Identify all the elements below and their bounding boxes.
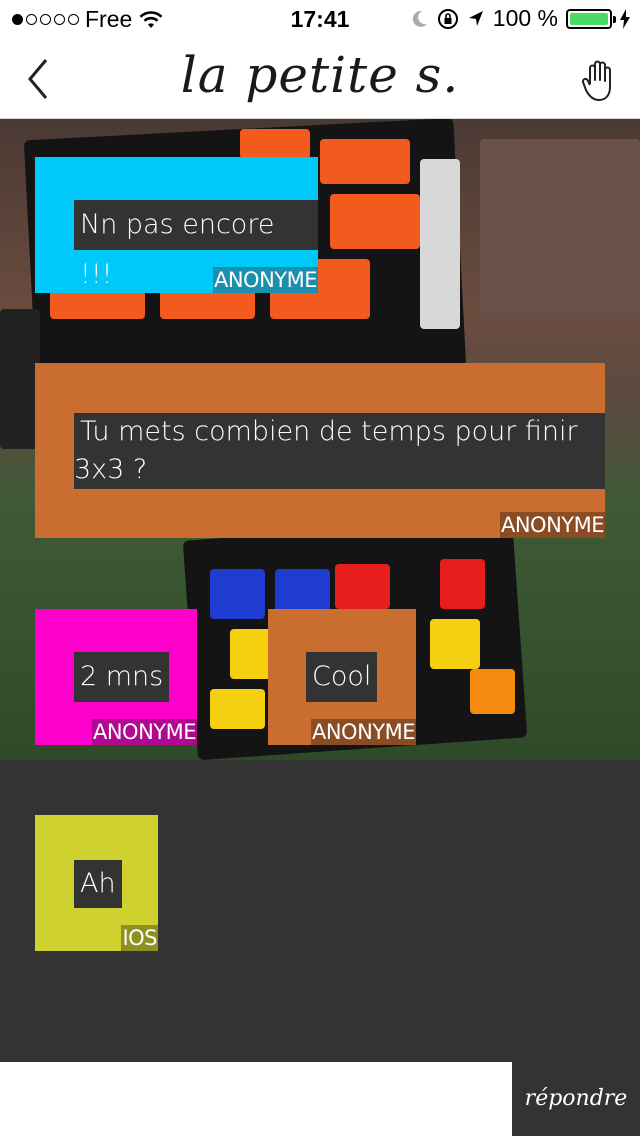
- message-card[interactable]: 2 mns ANONYME: [35, 609, 197, 745]
- hand-icon: [581, 60, 611, 101]
- message-text: Nn pas encore !!!: [74, 200, 318, 290]
- app-logo: la petite s.: [180, 46, 460, 104]
- hand-button[interactable]: [580, 54, 620, 104]
- message-author: ANONYME: [212, 267, 318, 293]
- message-card[interactable]: Nn pas encore !!! ANONYME: [35, 157, 318, 293]
- message-text-line2: 3x3 ?: [74, 451, 152, 489]
- rotation-lock-icon: [437, 8, 458, 29]
- message-card[interactable]: Ah IOS: [35, 815, 158, 951]
- message-text: Ah: [74, 860, 122, 908]
- status-bar: Free 17:41 100 %: [0, 0, 640, 40]
- location-arrow-icon: [468, 10, 483, 26]
- reply-input[interactable]: [0, 1062, 512, 1136]
- message-card[interactable]: Tu mets combien de temps pour finir le 3…: [35, 363, 605, 538]
- charging-bolt-icon: [620, 8, 630, 29]
- reply-button[interactable]: répondre: [512, 1062, 640, 1136]
- reply-bar: répondre: [0, 1062, 640, 1136]
- battery-percent: 100 %: [492, 5, 558, 31]
- message-card[interactable]: Cool ANONYME: [268, 609, 416, 745]
- status-right: 100 %: [411, 5, 630, 32]
- message-author: ANONYME: [499, 512, 605, 538]
- battery-icon: [566, 8, 616, 29]
- nav-bar: la petite s.: [0, 40, 640, 119]
- message-text: 2 mns: [74, 652, 170, 702]
- moon-icon: [412, 10, 427, 27]
- message-author: ANONYME: [310, 719, 416, 745]
- message-author: ANONYME: [91, 719, 197, 745]
- message-author: IOS: [121, 925, 158, 951]
- message-text: Cool: [306, 652, 378, 702]
- message-text-line1: Tu mets combien de temps pour finir le: [74, 413, 605, 489]
